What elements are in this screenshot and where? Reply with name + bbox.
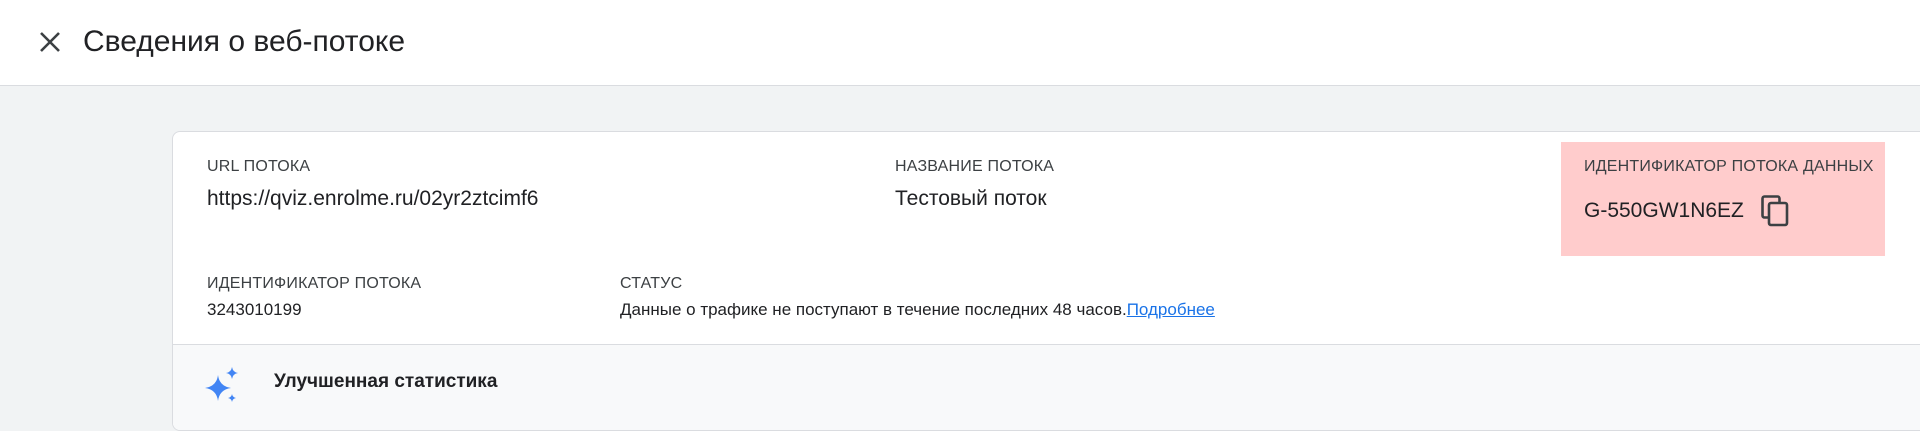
copy-measurement-id-button[interactable]	[1759, 194, 1791, 228]
status-message: Данные о трафике не поступают в течение …	[620, 299, 1215, 321]
copy-icon	[1761, 195, 1789, 227]
sparkle-icon	[205, 367, 238, 402]
stream-url-value: https://qviz.enrolme.ru/02yr2ztcimf6	[207, 187, 539, 210]
enhanced-measurement-row[interactable]: Улучшенная статистика	[173, 344, 1920, 430]
stream-name-label: НАЗВАНИЕ ПОТОКА	[895, 158, 1055, 175]
close-button[interactable]	[32, 22, 68, 62]
stream-details-card: URL ПОТОКА https://qviz.enrolme.ru/02yr2…	[172, 131, 1920, 431]
learn-more-link[interactable]: Подробнее	[1127, 300, 1215, 319]
status-text: Данные о трафике не поступают в течение …	[620, 300, 1127, 319]
stream-id-label: ИДЕНТИФИКАТОР ПОТОКА	[207, 275, 422, 292]
page-header: Сведения о веб-потоке	[0, 0, 1920, 86]
measurement-id-label: ИДЕНТИФИКАТОР ПОТОКА ДАННЫХ	[1584, 158, 1874, 175]
stream-name-value: Тестовый поток	[895, 187, 1047, 210]
stream-id-value: 3243010199	[207, 300, 302, 319]
status-label: СТАТУС	[620, 275, 683, 292]
page-title: Сведения о веб-потоке	[83, 25, 406, 58]
stream-url-label: URL ПОТОКА	[207, 158, 311, 175]
enhanced-measurement-label: Улучшенная статистика	[274, 371, 498, 392]
measurement-id-value[interactable]: G-550GW1N6EZ	[1584, 197, 1744, 225]
close-icon	[40, 32, 60, 52]
